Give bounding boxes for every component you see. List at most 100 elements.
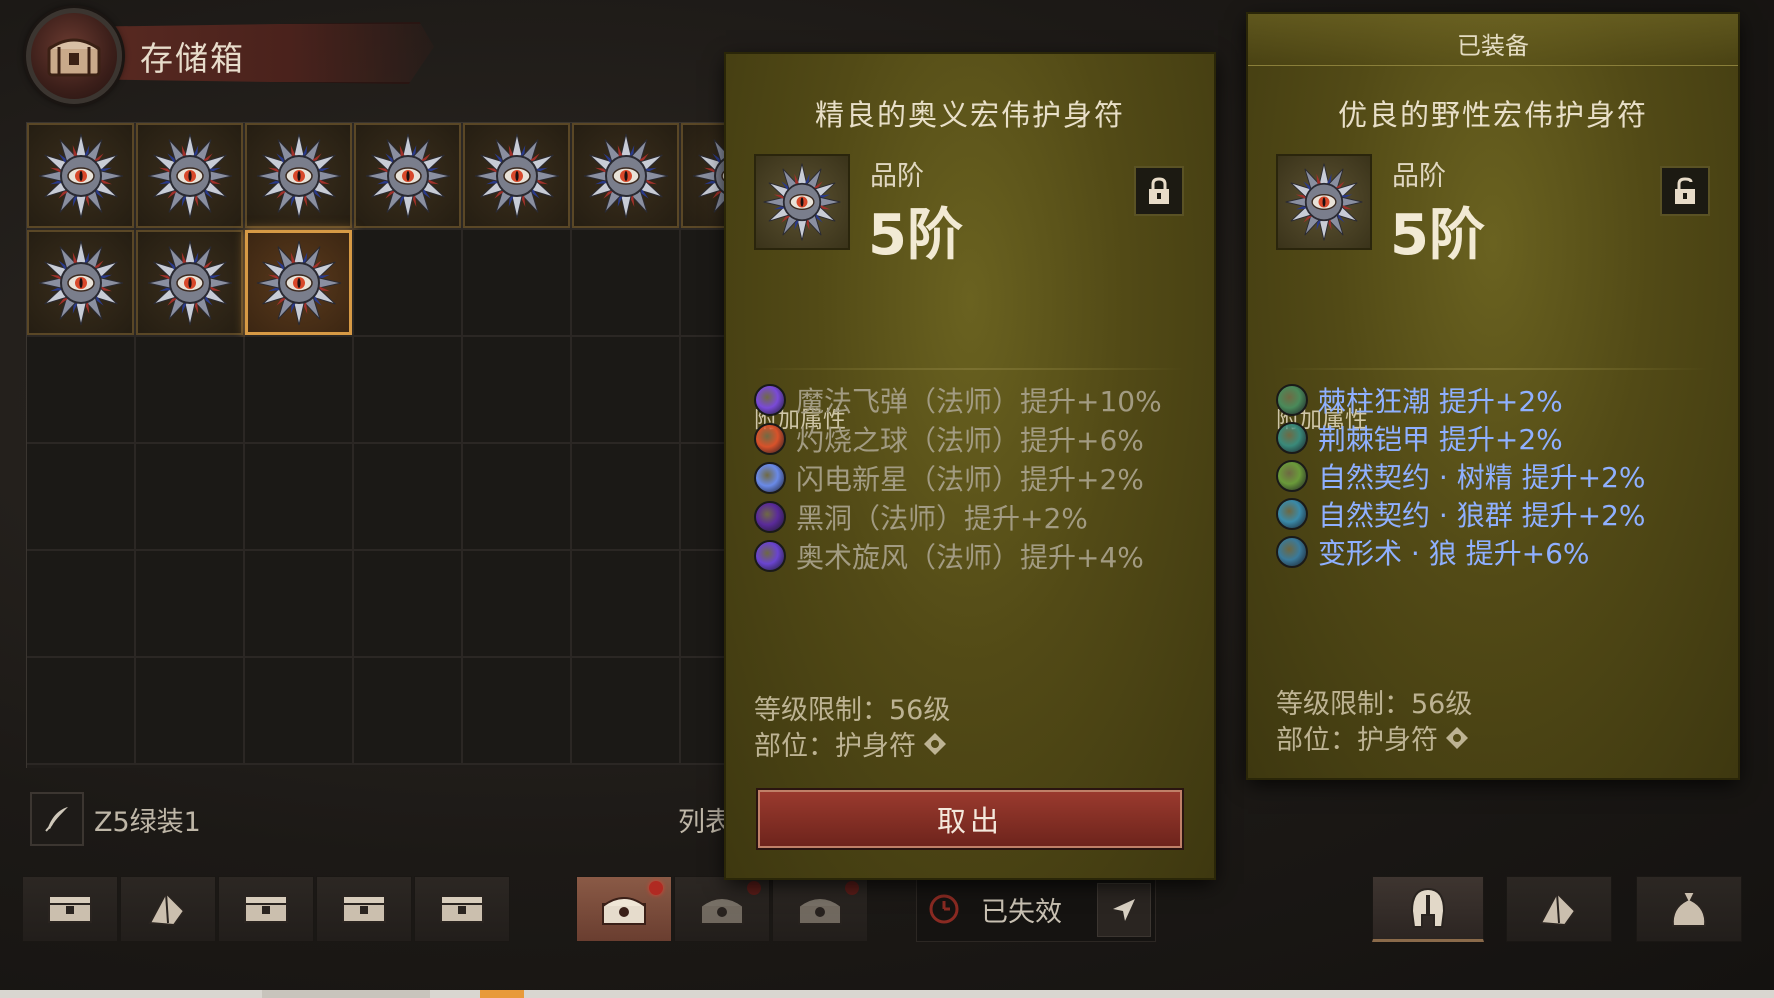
level-requirement: 等级限制：56级 <box>1276 689 1473 720</box>
tab-ornate-chest-2[interactable] <box>674 876 770 942</box>
inventory-slot-item[interactable] <box>136 123 245 230</box>
send-button[interactable] <box>1097 883 1151 937</box>
chest-icon <box>26 8 122 104</box>
inventory-slot-empty[interactable] <box>463 551 572 658</box>
notification-dot <box>747 881 761 895</box>
amulet-icon <box>38 240 123 325</box>
attribute-text: 棘柱狂潮 提升+2% <box>1318 385 1563 418</box>
chest-icon <box>48 895 92 923</box>
attribute-row: 棘柱狂潮 提升+2% <box>1276 380 1563 420</box>
slot-info: 部位：护身符 <box>1276 718 1470 757</box>
grade-value: 5阶 <box>868 203 963 268</box>
attribute-row: 荆棘铠甲 提升+2% <box>1276 418 1563 458</box>
tab-ornate-chest-active[interactable] <box>576 876 672 942</box>
lock-button[interactable] <box>1134 166 1184 216</box>
inventory-slot-empty[interactable] <box>354 658 463 765</box>
grade-label: 品阶 <box>870 161 924 192</box>
inventory-slot-item[interactable] <box>27 123 136 230</box>
attribute-row: 灼烧之球（法师）提升+6% <box>754 419 1144 459</box>
inventory-slot-empty[interactable] <box>572 551 681 658</box>
inventory-slot-empty[interactable] <box>136 658 245 765</box>
inventory-slot-empty[interactable] <box>572 230 681 337</box>
inventory-slot-empty[interactable] <box>245 658 354 765</box>
level-requirement: 等级限制：56级 <box>754 695 951 726</box>
inventory-slot-empty[interactable] <box>463 444 572 551</box>
tab-bag[interactable] <box>1636 876 1742 942</box>
arcane-whirlwind-icon <box>754 540 786 572</box>
attribute-row: 自然契约 · 狼群 提升+2% <box>1276 494 1645 534</box>
inventory-slot-empty[interactable] <box>354 230 463 337</box>
inventory-slot-empty[interactable] <box>245 444 354 551</box>
tab-ornate-chest-3[interactable] <box>772 876 868 942</box>
tab-chest-1[interactable] <box>22 876 118 942</box>
inventory-slot-empty[interactable] <box>572 658 681 765</box>
inventory-slot-empty[interactable] <box>27 444 136 551</box>
grade-label: 品阶 <box>1392 161 1446 192</box>
expired-text: 已失效 <box>981 896 1062 928</box>
inventory-slot-empty[interactable] <box>463 337 572 444</box>
amulet-icon <box>256 240 341 325</box>
inventory-grid <box>26 122 790 768</box>
inventory-slot-item[interactable] <box>354 123 463 230</box>
amulet-icon <box>754 154 850 250</box>
inventory-slot-empty[interactable] <box>245 551 354 658</box>
inventory-slot-empty[interactable] <box>245 337 354 444</box>
inventory-slot-empty[interactable] <box>136 551 245 658</box>
burning-orb-icon <box>754 423 786 455</box>
amulet-slot-icon <box>924 732 946 755</box>
bag-icon <box>1671 891 1707 927</box>
notification-dot <box>845 881 859 895</box>
inventory-slot-item[interactable] <box>27 230 136 337</box>
tab-horn[interactable] <box>120 876 216 942</box>
amulet-slot-icon <box>1446 726 1468 749</box>
attribute-text: 自然契约 · 树精 提升+2% <box>1318 461 1646 494</box>
inventory-slot-item[interactable] <box>136 230 245 337</box>
inventory-slot-selected[interactable] <box>245 230 354 337</box>
tab-horn-equip[interactable] <box>1506 876 1612 942</box>
black-hole-icon <box>754 501 786 533</box>
slot-text: 部位：护身符 <box>754 731 916 762</box>
wolf-pact-icon <box>1276 498 1308 530</box>
attribute-text: 变形术 · 狼 提升+6% <box>1318 537 1590 570</box>
inventory-slot-empty[interactable] <box>354 337 463 444</box>
tab-chest-3[interactable] <box>316 876 412 942</box>
amulet-icon <box>365 133 450 218</box>
clock-icon <box>929 894 959 924</box>
inventory-slot-empty[interactable] <box>572 337 681 444</box>
slot-text: 部位：护身符 <box>1276 725 1438 756</box>
horn-icon <box>1539 891 1577 927</box>
attribute-text: 黑洞（法师）提升+2% <box>796 502 1088 535</box>
take-out-button[interactable]: 取出 <box>758 790 1182 848</box>
inventory-slot-item[interactable] <box>463 123 572 230</box>
list-label[interactable]: 列表 <box>678 800 732 839</box>
inventory-slot-empty[interactable] <box>27 551 136 658</box>
tab-helmet[interactable] <box>1372 876 1484 942</box>
tab-chest-2[interactable] <box>218 876 314 942</box>
inventory-slot-item[interactable] <box>572 123 681 230</box>
system-strip <box>0 990 1774 998</box>
attribute-row: 魔法飞弹（法师）提升+10% <box>754 380 1162 420</box>
ornate-chest-icon <box>798 897 842 925</box>
inventory-slot-empty[interactable] <box>463 658 572 765</box>
divider <box>1278 368 1708 370</box>
unlock-button[interactable] <box>1660 166 1710 216</box>
inventory-slot-empty[interactable] <box>354 551 463 658</box>
werewolf-icon <box>1276 536 1308 568</box>
chest-icon <box>440 895 484 923</box>
amulet-icon <box>147 240 232 325</box>
inventory-slot-empty[interactable] <box>27 658 136 765</box>
inventory-slot-empty[interactable] <box>136 337 245 444</box>
inventory-slot-item[interactable] <box>245 123 354 230</box>
inventory-slot-empty[interactable] <box>27 337 136 444</box>
helmet-icon <box>1410 887 1446 928</box>
inventory-slot-empty[interactable] <box>463 230 572 337</box>
inventory-slot-empty[interactable] <box>136 444 245 551</box>
inventory-slot-empty[interactable] <box>572 444 681 551</box>
attribute-row: 自然契约 · 树精 提升+2% <box>1276 456 1645 496</box>
tab-chest-4[interactable] <box>414 876 510 942</box>
item-title: 精良的奥义宏伟护身符 <box>814 98 1125 132</box>
ornate-chest-icon <box>602 897 646 925</box>
inventory-slot-empty[interactable] <box>354 444 463 551</box>
rename-list-button[interactable] <box>30 792 84 846</box>
horn-icon <box>148 891 186 927</box>
